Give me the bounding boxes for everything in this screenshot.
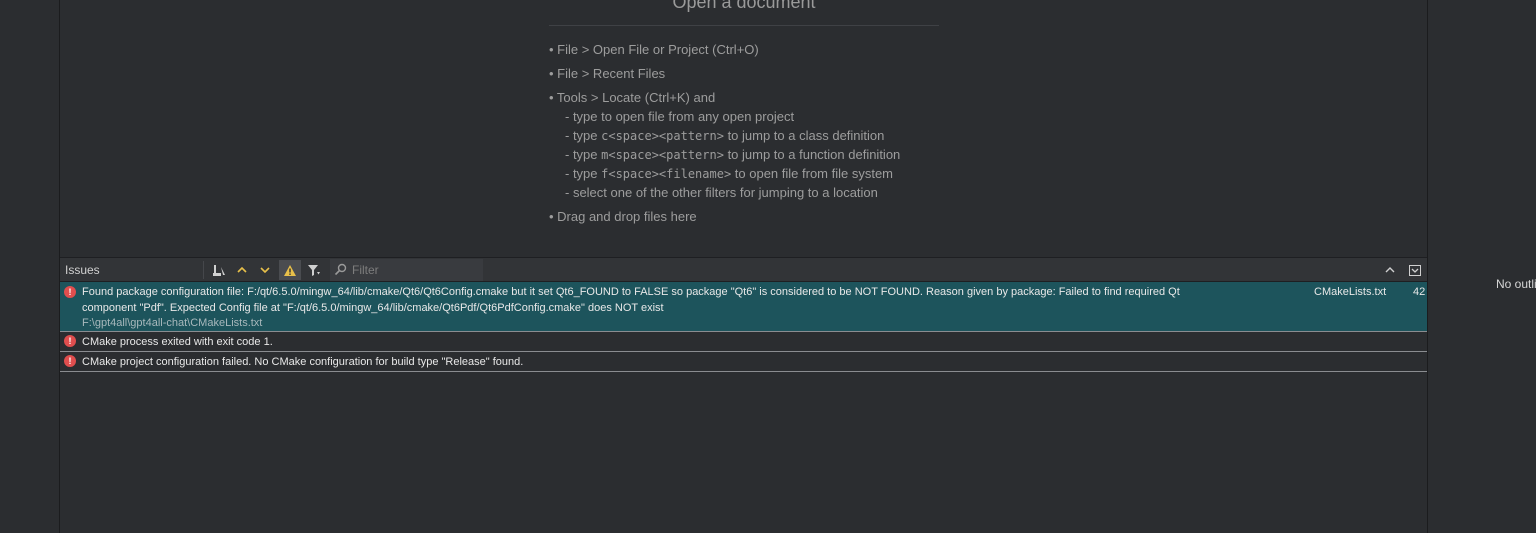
divider (549, 25, 939, 26)
hide-pane-button[interactable] (1406, 261, 1424, 279)
issues-title: Issues (65, 263, 100, 277)
panel-close-icon (1409, 264, 1421, 276)
outline-panel: No outline available (1427, 0, 1536, 533)
chevron-up-icon (237, 266, 247, 273)
left-mode-bar (0, 0, 60, 533)
hint-sub-filesystem: - type f<space><filename> to open file f… (565, 166, 894, 181)
search-icon (334, 263, 347, 276)
hint-sub-function: - type m<space><pattern> to jump to a fu… (565, 147, 901, 162)
issue-description-line1: Found package configuration file: F:/qt/… (82, 286, 1180, 298)
chevron-down-icon (260, 267, 270, 274)
issue-row[interactable]: ! CMake process exited with exit code 1. (60, 332, 1427, 352)
issue-description-line2: component "Pdf". Expected Config file at… (82, 302, 664, 314)
issue-row[interactable]: ! Found package configuration file: F:/q… (60, 282, 1427, 332)
issue-description: CMake project configuration failed. No C… (82, 356, 524, 368)
editor-area: Open a document • File > Open File or Pr… (60, 0, 1427, 533)
no-outline-label: No outline available (1496, 277, 1536, 291)
warning-icon (284, 264, 296, 276)
filter-by-categories-button[interactable] (303, 260, 325, 280)
error-icon: ! (64, 286, 76, 298)
toolbar-divider (203, 261, 204, 279)
maximize-pane-button[interactable] (1381, 261, 1399, 279)
hint-locate: • Tools > Locate (Ctrl+K) and (549, 90, 716, 105)
hint-sub-class: - type c<space><pattern> to jump to a cl… (565, 128, 885, 143)
welcome-title: Open a document (672, 0, 816, 12)
issue-description: CMake process exited with exit code 1. (82, 336, 273, 348)
issue-line-number: 42 (1413, 286, 1426, 298)
hint-recent-files: • File > Recent Files (549, 66, 666, 81)
filter-field[interactable] (330, 259, 483, 281)
funnel-icon (308, 264, 320, 276)
clean-button[interactable] (208, 260, 230, 280)
previous-item-button[interactable] (231, 260, 253, 280)
hint-drag-drop: • Drag and drop files here (549, 209, 697, 224)
error-icon: ! (64, 355, 76, 367)
issue-file-path: F:\gpt4all\gpt4all-chat\CMakeLists.txt (82, 317, 263, 329)
issue-file-name: CMakeLists.txt (1314, 286, 1387, 298)
qt-creator-window: Open a document • File > Open File or Pr… (0, 0, 1536, 533)
broom-icon (213, 265, 225, 276)
hint-sub-open-project-file: - type to open file from any open projec… (565, 109, 795, 124)
filter-input[interactable] (352, 261, 480, 279)
hint-sub-filters: - select one of the other filters for ju… (565, 185, 878, 200)
issues-toolbar: Issues (60, 257, 1427, 282)
hint-open-file: • File > Open File or Project (Ctrl+O) (549, 42, 759, 57)
next-item-button[interactable] (254, 260, 276, 280)
issues-pane: Issues Filter ! Found package configurat… (60, 257, 1427, 533)
issue-row[interactable]: ! CMake project configuration failed. No… (60, 352, 1427, 372)
chevron-up-icon (1385, 267, 1395, 273)
error-icon: ! (64, 335, 76, 347)
open-document-panel: Open a document • File > Open File or Pr… (60, 0, 1427, 257)
show-warnings-toggle[interactable] (279, 260, 301, 280)
